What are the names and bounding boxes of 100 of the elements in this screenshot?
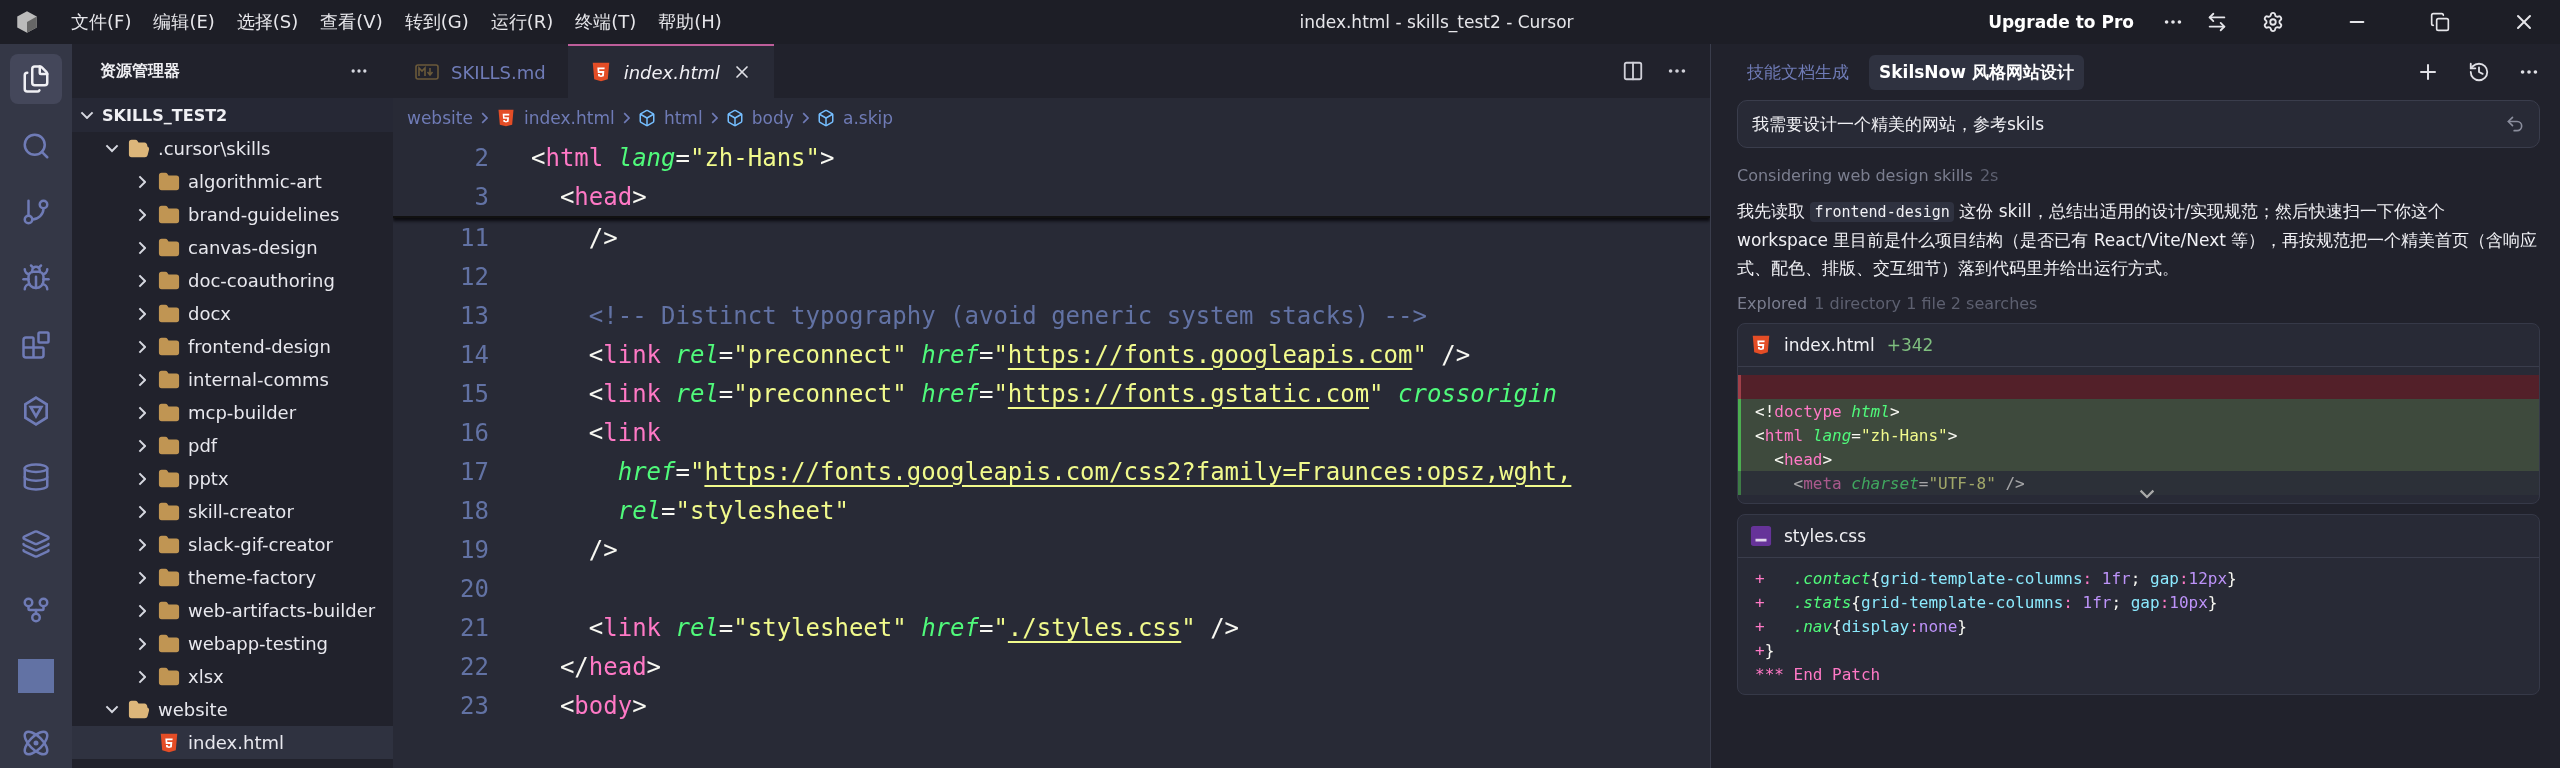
tree-item[interactable]: doc-coauthoring: [72, 264, 393, 297]
restore-icon[interactable]: [2430, 12, 2450, 32]
chat-tab[interactable]: SkilsNow 风格网站设计: [1869, 54, 2084, 90]
chevron-right-icon: [137, 306, 147, 321]
code-line: <html lang="zh-Hans">: [531, 143, 835, 172]
line-number: 21: [459, 613, 490, 642]
css-file-icon: [1750, 525, 1772, 547]
chevron-down-icon: [105, 144, 119, 153]
breadcrumb[interactable]: index.html: [524, 108, 615, 128]
chevron-right-icon: [137, 207, 147, 222]
thinking-label: Considering web design skills: [1737, 166, 1973, 185]
assistant-message: 我先读取 frontend-design 这份 skill，总结出适用的设计/实现规范；然后快速扫一下你这个 workspace 里目前是什么项目结构（是否已有 React/Vite/Next 等），再按规范把一个精美首页（含响应式、配色、排版、交互细节）落到代码里并给出运行方式。: [1737, 200, 2539, 280]
folder-icon: [158, 599, 180, 622]
tree-item[interactable]: frontend-design: [72, 330, 393, 363]
editor-tab[interactable]: index.html: [567, 44, 774, 98]
diff-line: + .contact{grid-template-columns: 1fr; gap:12px}: [1754, 567, 2238, 590]
tree-item[interactable]: index.html: [72, 726, 393, 759]
line-number: 20: [459, 574, 490, 603]
menu-item[interactable]: 编辑(E): [144, 6, 224, 38]
prompt-bubble[interactable]: 我需要设计一个精美的网站，参考skils: [1737, 100, 2540, 148]
breadcrumb[interactable]: website: [407, 108, 473, 128]
activity-button[interactable]: [10, 54, 62, 105]
menu-item[interactable]: 查看(V): [311, 6, 392, 38]
menu-item[interactable]: 运行(R): [481, 6, 563, 38]
tree-item[interactable]: .cursor\skills: [72, 132, 393, 165]
menu-item[interactable]: 文件(F): [62, 6, 141, 38]
chevron-right-icon: [622, 112, 630, 124]
tree-item[interactable]: internal-comms: [72, 363, 393, 396]
tree-item[interactable]: docx: [72, 297, 393, 330]
folder-icon: [158, 467, 180, 490]
swap-icon[interactable]: [2206, 11, 2228, 33]
code-line: />: [587, 535, 618, 564]
chevron-right-icon: [137, 570, 147, 585]
code-line: </head>: [558, 652, 662, 681]
code-line: />: [587, 223, 618, 252]
html5-icon: [158, 731, 180, 754]
folder-icon: [158, 236, 180, 259]
split-editor-icon[interactable]: [1622, 60, 1644, 82]
folder-icon: [158, 302, 180, 325]
diff-line: *** End Patch: [1754, 663, 1882, 686]
explored-label: Explored: [1737, 294, 1808, 313]
chevron-right-icon: [137, 603, 147, 618]
code-line: <link rel="stylesheet" href="./styles.css" />: [587, 613, 1240, 642]
line-number: 13: [459, 301, 490, 330]
chevron-right-icon: [137, 339, 147, 354]
blocks-icon: [21, 329, 51, 360]
diff-line: + .stats{grid-template-columns: 1fr; gap:10px}: [1754, 591, 2219, 614]
tree-item[interactable]: webapp-testing: [72, 627, 393, 660]
workspace-header[interactable]: SKILLS_TEST2: [72, 98, 393, 132]
breadcrumb[interactable]: a.skip: [843, 108, 894, 128]
settings-icon[interactable]: [2262, 11, 2284, 33]
folder-icon: [158, 533, 180, 556]
chevron-right-icon: [137, 669, 147, 684]
added-count: +342: [1886, 335, 1934, 355]
chevron-down-icon: [80, 110, 94, 120]
tree-item[interactable]: mcp-builder: [72, 396, 393, 429]
tree-item[interactable]: website: [72, 693, 393, 726]
tree-item[interactable]: theme-factory: [72, 561, 393, 594]
folder-icon: [158, 434, 180, 457]
menu-item[interactable]: 转到(G): [395, 6, 478, 38]
folder-open-icon: [128, 137, 150, 160]
markdown-icon: [415, 64, 439, 80]
menu-item[interactable]: 帮助(H): [649, 6, 731, 38]
line-number: 19: [459, 535, 490, 564]
tree-item[interactable]: algorithmic-art: [72, 165, 393, 198]
undo-icon[interactable]: [2505, 114, 2525, 134]
folder-icon: [158, 170, 180, 193]
file-name[interactable]: index.html: [1784, 335, 1875, 355]
line-number: 15: [459, 379, 490, 408]
line-number: 11: [459, 223, 490, 252]
line-number: 16: [459, 418, 490, 447]
tree-item[interactable]: web-artifacts-builder: [72, 594, 393, 627]
breadcrumb[interactable]: body: [751, 108, 794, 128]
code-line: href="https://fonts.googleapis.com/css2?family=Fraunces:opsz,wght,: [616, 457, 1572, 486]
menu-item[interactable]: 终端(T): [566, 6, 646, 38]
chevron-right-icon: [137, 438, 147, 453]
tree-item[interactable]: brand-guidelines: [72, 198, 393, 231]
tree-item[interactable]: pptx: [72, 462, 393, 495]
tree-item[interactable]: xlsx: [72, 660, 393, 693]
tree-item[interactable]: pdf: [72, 429, 393, 462]
html5-icon: [1750, 334, 1772, 356]
file-name[interactable]: styles.css: [1784, 526, 1867, 546]
chevron-right-icon: [137, 273, 147, 288]
chevron-right-icon: [137, 537, 147, 552]
chat-tab[interactable]: 技能文档生成: [1737, 54, 1859, 90]
menu-item[interactable]: 选择(S): [227, 6, 308, 38]
code-line: <!-- Distinct typography (avoid generic system stacks) -->: [587, 301, 1427, 330]
tree-item[interactable]: skill-creator: [72, 495, 393, 528]
folder-open-icon: [128, 698, 150, 721]
explored-detail: 1 directory 1 file 2 searches: [1814, 294, 2038, 313]
tree-item[interactable]: slack-gif-creator: [72, 528, 393, 561]
chevron-right-icon: [480, 112, 489, 124]
code-line: <link rel="preconnect" href="https://fonts.gstatic.com" crossorigin: [587, 379, 1557, 408]
line-number: 18: [459, 496, 490, 525]
code-line: rel="stylesheet": [616, 496, 849, 525]
tree-item[interactable]: canvas-design: [72, 231, 393, 264]
history-icon[interactable]: [2468, 61, 2490, 83]
upgrade-button[interactable]: Upgrade to Pro: [1982, 11, 2140, 33]
cube-icon: [725, 109, 744, 127]
breadcrumb[interactable]: html: [663, 108, 703, 128]
